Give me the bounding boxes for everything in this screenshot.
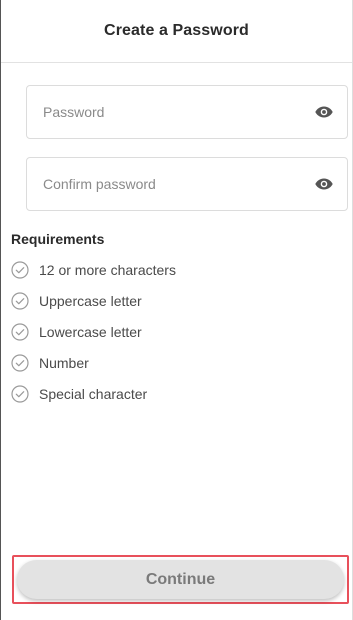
requirement-label: Lowercase letter <box>39 323 142 340</box>
check-circle-icon <box>11 260 29 279</box>
requirement-label: Number <box>39 354 89 371</box>
page-title: Create a Password <box>104 22 249 39</box>
eye-icon[interactable] <box>315 103 333 121</box>
requirements-title: Requirements <box>11 231 105 247</box>
password-input[interactable] <box>43 104 315 120</box>
requirements-list: 12 or more characters Uppercase letter L… <box>11 258 176 413</box>
password-field[interactable] <box>26 85 348 139</box>
requirement-label: Special character <box>39 385 148 402</box>
create-password-screen: Create a Password Requirements 12 or mor… <box>0 0 353 620</box>
requirement-item: Lowercase letter <box>11 320 176 343</box>
requirement-label: 12 or more characters <box>39 261 176 278</box>
requirement-item: Number <box>11 351 176 374</box>
requirement-label: Uppercase letter <box>39 292 142 309</box>
requirement-item: Uppercase letter <box>11 289 176 312</box>
header: Create a Password <box>1 0 352 63</box>
confirm-password-input[interactable] <box>43 176 315 192</box>
check-circle-icon <box>11 353 29 372</box>
check-circle-icon <box>11 291 29 310</box>
requirement-item: Special character <box>11 382 176 405</box>
continue-highlight: Continue <box>12 555 349 604</box>
check-circle-icon <box>11 322 29 341</box>
check-circle-icon <box>11 384 29 403</box>
confirm-password-field[interactable] <box>26 157 348 211</box>
continue-button[interactable]: Continue <box>17 560 344 599</box>
requirement-item: 12 or more characters <box>11 258 176 281</box>
eye-icon[interactable] <box>315 175 333 193</box>
